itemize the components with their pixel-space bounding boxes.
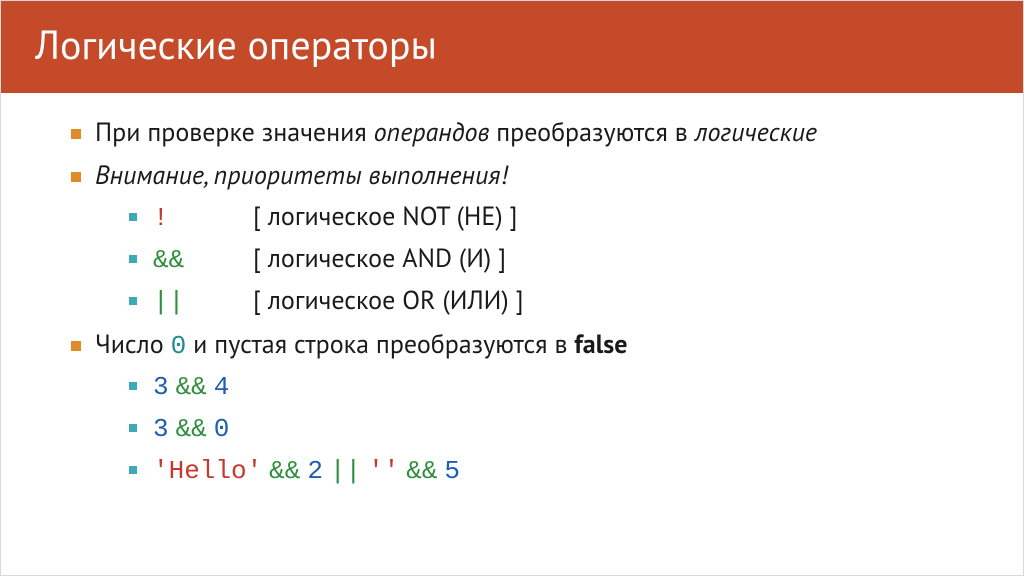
op-desc: [ логическое NOT (НЕ) ] — [253, 200, 517, 233]
op-desc: [ логическое AND (И) ] — [253, 242, 506, 275]
op-not: ![ логическое NOT (НЕ) ] — [95, 199, 963, 237]
bullet-attention-priority: Внимание, приоритеты выполнения! ![ логи… — [65, 158, 963, 321]
text-italic: логические — [695, 116, 817, 149]
example-row: 'Hello' && 2 || '' && 5 — [95, 452, 963, 490]
slide-content: При проверке значения операндов преобраз… — [1, 93, 1023, 490]
num: 5 — [444, 456, 460, 486]
str: '' — [368, 456, 399, 486]
text: Число — [95, 328, 171, 361]
text-italic: операндов — [374, 116, 490, 149]
op-and: &&[ логическое AND (И) ] — [95, 241, 963, 279]
op-symbol: || — [153, 284, 253, 321]
op-symbol: ! — [153, 200, 253, 237]
example-row: 3 && 4 — [95, 368, 963, 406]
num: 2 — [307, 456, 323, 486]
num: 0 — [214, 414, 230, 444]
text: При проверке значения — [95, 116, 374, 149]
op-symbol: && — [153, 242, 253, 279]
op-desc: [ логическое OR (ИЛИ) ] — [253, 284, 524, 317]
code-zero: 0 — [171, 331, 187, 361]
slide: Логические операторы При проверке значен… — [0, 0, 1024, 576]
bullet-zero-empty-false: Число 0 и пустая строка преобразуются в … — [65, 327, 963, 491]
text-italic: Внимание, приоритеты выполнения! — [95, 159, 507, 192]
op: && — [176, 414, 207, 444]
num: 3 — [153, 414, 169, 444]
text: преобразуются в — [489, 116, 694, 149]
op: && — [406, 456, 437, 486]
example-row: 3 && 0 — [95, 410, 963, 448]
op: || — [330, 456, 361, 486]
str: 'Hello' — [153, 456, 262, 486]
op-or: ||[ логическое OR (ИЛИ) ] — [95, 283, 963, 321]
text-bold: false — [574, 328, 627, 361]
bullet-operands-convert: При проверке значения операндов преобраз… — [65, 115, 963, 152]
op: && — [176, 372, 207, 402]
text: и пустая строка преобразуются в — [186, 328, 574, 361]
num: 4 — [214, 372, 230, 402]
slide-title: Логические операторы — [1, 1, 1023, 93]
op: && — [269, 456, 300, 486]
num: 3 — [153, 372, 169, 402]
